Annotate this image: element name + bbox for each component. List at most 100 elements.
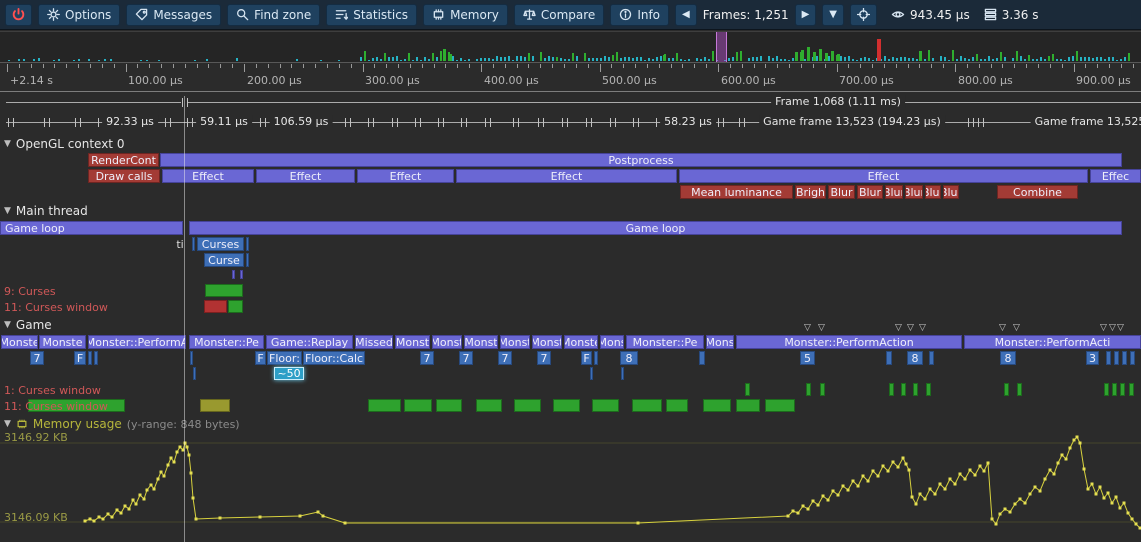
timeline-zone[interactable]: 5 (800, 351, 815, 365)
timeline-zone[interactable]: Mons (706, 335, 734, 349)
timeline-zone[interactable] (913, 383, 918, 396)
timeline-zone[interactable]: Mons (600, 335, 624, 349)
timeline-zone[interactable] (889, 383, 894, 396)
timeline-zone[interactable]: Effec (1090, 169, 1141, 183)
timeline-zone[interactable]: Blur (905, 185, 923, 199)
timeline-zone[interactable]: Game::Replay (266, 335, 353, 349)
timeline-zone[interactable] (190, 351, 193, 365)
timeline-zone[interactable] (514, 399, 541, 412)
info-button[interactable]: Info (610, 4, 669, 26)
collapse-icon[interactable]: ▼ (4, 140, 11, 149)
timeline-zone[interactable]: Monst (464, 335, 498, 349)
timeline-zone[interactable] (205, 284, 243, 297)
timeline-zone[interactable] (200, 399, 230, 412)
timeline-zone[interactable]: Draw calls (88, 169, 160, 183)
timeline-zone[interactable]: Monste (564, 335, 598, 349)
timeline-zone[interactable]: RenderCont (88, 153, 159, 167)
timeline-zone[interactable] (192, 237, 195, 251)
message-marker-icon[interactable]: ▽ (999, 324, 1006, 333)
prev-frame-button[interactable]: ◀ (675, 4, 697, 26)
timeline-zone[interactable]: Curse (204, 253, 244, 267)
collapse-icon[interactable]: ▼ (4, 420, 11, 429)
timeline-zone[interactable]: 7 (537, 351, 551, 365)
timeline-zone[interactable] (1130, 351, 1135, 365)
message-marker-icon[interactable]: ▽ (1100, 324, 1107, 333)
timeline-zone[interactable]: Monster::PerformA (88, 335, 186, 349)
message-marker-icon[interactable]: ▽ (919, 324, 926, 333)
timeline-zone[interactable]: 7 (459, 351, 473, 365)
timeline-zone[interactable]: Effect (679, 169, 1088, 183)
timeline-zone[interactable] (1120, 383, 1125, 396)
timeline-zone[interactable]: Blur (857, 185, 883, 199)
timeline-zone[interactable]: Floor: (267, 351, 302, 365)
timeline-zone[interactable]: 7 (420, 351, 434, 365)
timeline-zone[interactable] (594, 351, 598, 365)
timeline-zone[interactable] (621, 367, 624, 380)
timeline-zone[interactable] (1004, 383, 1009, 396)
timeline-zone[interactable]: Monst (395, 335, 430, 349)
timeline-zone[interactable]: Postprocess (160, 153, 1122, 167)
timeline-zone[interactable]: Monster::Pe (626, 335, 704, 349)
timeline-zone[interactable]: Blur (925, 185, 941, 199)
focus-frame-button[interactable] (850, 4, 877, 26)
timeline-zone[interactable]: Monster::PerformActi (964, 335, 1141, 349)
timeline-zone[interactable]: Monste (39, 335, 86, 349)
timeline-zone[interactable] (1106, 351, 1111, 365)
timeline-zone[interactable] (703, 399, 731, 412)
timeline-zone[interactable]: Combine (997, 185, 1078, 199)
message-marker-icon[interactable]: ▽ (907, 324, 914, 333)
timeline-zone[interactable]: Mean luminance (680, 185, 793, 199)
timeline-zone[interactable]: Floor::Calc (303, 351, 365, 365)
goto-frame-button[interactable]: ▼ (822, 4, 844, 26)
timeline-zone[interactable]: Blur (885, 185, 903, 199)
timeline-zone[interactable] (94, 351, 98, 365)
timeline-zone[interactable]: Game loop (0, 221, 183, 235)
timeline-zone[interactable] (745, 383, 750, 396)
timeline-zone[interactable]: Effect (357, 169, 454, 183)
timeline-zone[interactable]: Monst (532, 335, 562, 349)
timeline-zone[interactable] (1129, 383, 1134, 396)
timeline-zone[interactable]: 8 (1000, 351, 1016, 365)
message-marker-icon[interactable]: ▽ (895, 324, 902, 333)
message-marker-icon[interactable]: ▽ (818, 324, 825, 333)
timeline-zone[interactable] (1114, 351, 1119, 365)
collapse-icon[interactable]: ▼ (4, 207, 11, 216)
timeline-zone[interactable]: Monste (1, 335, 38, 349)
timeline-zone[interactable] (204, 300, 227, 313)
timeline-zone[interactable]: Effect (456, 169, 677, 183)
timeline-zone[interactable] (666, 399, 688, 412)
timeline-zone[interactable]: Missed (355, 335, 393, 349)
timeline-zone[interactable]: Curses (197, 237, 244, 251)
timeline-zone[interactable] (240, 270, 243, 279)
memory-button[interactable]: Memory (423, 4, 508, 26)
timeline-zone[interactable]: 8 (907, 351, 923, 365)
timeline-zone[interactable] (736, 399, 760, 412)
timeline-zone[interactable]: 7 (30, 351, 44, 365)
timeline-zone[interactable]: Effect (256, 169, 355, 183)
timeline-zone[interactable] (246, 237, 249, 251)
timeline-zone[interactable]: Monst (500, 335, 530, 349)
timeline-zone[interactable]: Blur (943, 185, 959, 199)
message-marker-icon[interactable]: ▽ (804, 324, 811, 333)
timeline-zone[interactable] (886, 351, 892, 365)
timeline-zone[interactable]: Effect (162, 169, 254, 183)
timeline-zone[interactable] (1017, 383, 1022, 396)
timeline-zone[interactable]: Monst (432, 335, 462, 349)
timeline-zone[interactable]: F (581, 351, 592, 365)
timeline-zone[interactable]: 7 (498, 351, 512, 365)
timeline-zone[interactable] (404, 399, 432, 412)
timeline-zone[interactable] (820, 383, 825, 396)
timeline-zone[interactable] (193, 367, 196, 380)
timeline-zone[interactable]: Brigh (795, 185, 826, 199)
timeline-zone[interactable]: Monster::PerformAction (736, 335, 962, 349)
timeline-zone[interactable] (368, 399, 401, 412)
timeline-zone[interactable] (590, 367, 593, 380)
timeline-zone[interactable] (553, 399, 580, 412)
timeline-zone[interactable] (228, 300, 243, 313)
power-button[interactable] (5, 4, 32, 26)
timeline-zone[interactable] (806, 383, 811, 396)
timeline-zone[interactable] (1122, 351, 1127, 365)
timeline-zone[interactable] (1112, 383, 1117, 396)
timeline-zone[interactable]: Blur (828, 185, 855, 199)
timeline-zone[interactable] (929, 351, 934, 365)
